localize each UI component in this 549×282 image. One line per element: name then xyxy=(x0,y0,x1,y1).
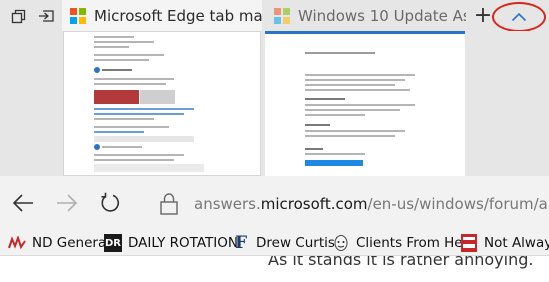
lock-icon xyxy=(160,193,178,215)
microsoft-logo-icon xyxy=(70,7,86,24)
favorite-nd-general[interactable]: ND General xyxy=(8,230,110,255)
favorite-label: ND General xyxy=(32,235,110,251)
url-prefix: answers. xyxy=(194,195,261,213)
favorite-label: DAILY ROTATION xyxy=(128,235,238,251)
tab-preview-thumbnail[interactable] xyxy=(63,31,261,176)
restore-tabs-button[interactable] xyxy=(32,0,62,31)
refresh-button[interactable] xyxy=(93,186,127,220)
forward-button[interactable] xyxy=(50,186,84,220)
favorites-bar: ND General DR DAILY ROTATION F Drew Curt… xyxy=(0,230,549,256)
tab-preview-thumbnail[interactable] xyxy=(265,31,465,176)
nd-general-icon xyxy=(8,234,26,252)
tab-strip: Microsoft Edge tab mar Windows 10 Update… xyxy=(0,0,549,32)
address-bar[interactable]: answers.microsoft.com/en-us/windows/foru… xyxy=(152,188,549,220)
favorite-label: Not Always I xyxy=(484,235,549,251)
dr-logo-icon: DR xyxy=(104,234,122,252)
face-icon xyxy=(332,234,350,252)
tabs-aside-icon xyxy=(11,9,26,23)
tab-title: Windows 10 Update Assista xyxy=(298,6,466,25)
address-url: answers.microsoft.com/en-us/windows/foru… xyxy=(194,195,549,213)
refresh-icon xyxy=(101,192,120,212)
favorite-not-always-right[interactable]: Not Always I xyxy=(460,230,549,255)
microsoft-logo-icon xyxy=(274,7,290,24)
tabs-aside-button[interactable] xyxy=(4,0,34,31)
tab-microsoft-edge[interactable]: Microsoft Edge tab mar xyxy=(62,0,262,31)
back-button[interactable] xyxy=(6,186,40,220)
tab-title: Microsoft Edge tab mar xyxy=(94,6,262,25)
page-text: As it stands it is rather annoying. xyxy=(268,256,534,269)
favorite-daily-rotation[interactable]: DR DAILY ROTATION xyxy=(104,230,238,255)
restore-tabs-icon xyxy=(39,9,54,22)
back-arrow-icon xyxy=(12,194,33,212)
favorite-drew-curtis[interactable]: F Drew Curtis' xyxy=(232,230,339,255)
page-content: As it stands it is rather annoying. xyxy=(0,256,549,282)
tab-windows-update[interactable]: Windows 10 Update Assista xyxy=(266,0,466,31)
chevron-up-icon xyxy=(511,12,527,22)
url-host: microsoft.com xyxy=(260,195,368,213)
favorite-label: Drew Curtis' xyxy=(256,235,339,251)
favorite-clients-from-hell[interactable]: Clients From Hell xyxy=(332,230,471,255)
no-sale-icon xyxy=(460,234,478,252)
favorite-label: Clients From Hell xyxy=(356,235,471,251)
navigation-toolbar: answers.microsoft.com/en-us/windows/foru… xyxy=(0,176,549,230)
tab-preview-area xyxy=(0,31,549,176)
url-path: /en-us/windows/forum/apps_windows_ xyxy=(367,195,549,213)
hide-tab-previews-button[interactable] xyxy=(492,2,546,32)
forward-arrow-icon xyxy=(57,194,78,212)
fark-f-icon: F xyxy=(234,233,248,253)
